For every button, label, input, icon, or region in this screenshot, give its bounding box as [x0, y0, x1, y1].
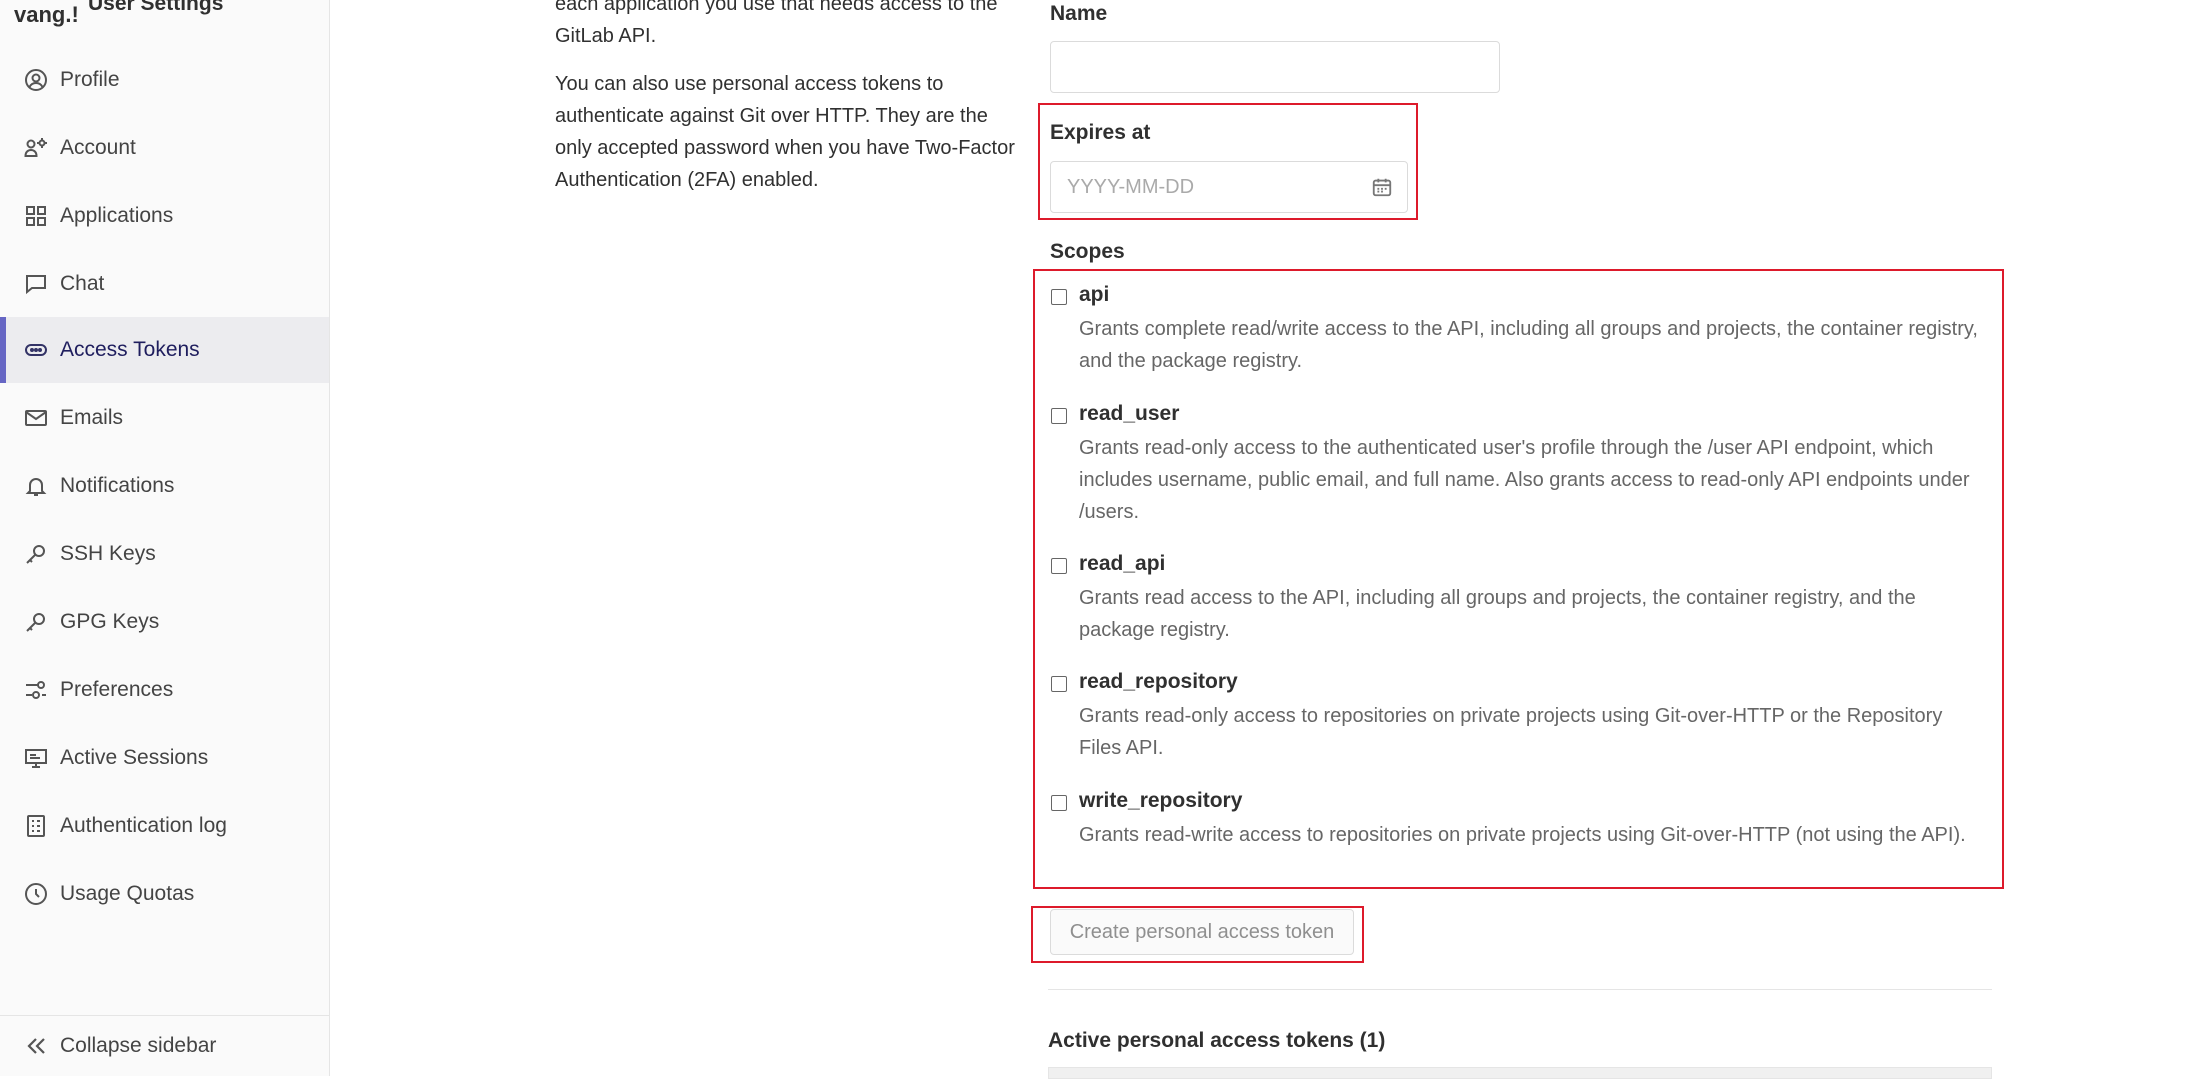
scope-checkbox[interactable] — [1051, 795, 1067, 811]
scope-checkbox[interactable] — [1051, 676, 1067, 692]
description-paragraph: You can also use personal access tokens … — [555, 73, 1015, 191]
token-icon — [24, 338, 48, 362]
sidebar-item-profile[interactable]: Profile — [0, 47, 329, 113]
sidebar-item-label: Active Sessions — [60, 746, 209, 769]
sidebar-item-label: Profile — [60, 68, 120, 91]
sidebar-item-authentication-log[interactable]: Authentication log — [0, 793, 329, 859]
active-tokens-table — [1048, 1067, 1992, 1079]
sidebar-item-preferences[interactable]: Preferences — [0, 657, 329, 723]
sidebar-item-notifications[interactable]: Notifications — [0, 453, 329, 519]
user-name-fragment: vang.! — [14, 2, 79, 27]
sidebar-item-label: Preferences — [60, 678, 174, 701]
sidebar-title: User Settings — [88, 0, 224, 15]
scope-help: Grants complete read/write access to the… — [1079, 318, 1978, 372]
applications-icon — [24, 204, 48, 228]
sidebar-item-label: GPG Keys — [60, 610, 160, 633]
scope-checkbox[interactable] — [1051, 408, 1067, 424]
preferences-icon — [24, 678, 48, 702]
sidebar-item-emails[interactable]: Emails — [0, 385, 329, 451]
calendar-icon — [1372, 178, 1392, 197]
scope-help: Grants read-only access to the authentic… — [1079, 437, 1970, 523]
name-label: Name — [1050, 2, 1108, 25]
expires-at-placeholder: YYYY-MM-DD — [1067, 175, 1195, 198]
sidebar-item-label: Access Tokens — [60, 338, 200, 361]
sidebar-item-active-sessions[interactable]: Active Sessions — [0, 725, 329, 791]
divider — [1048, 989, 1992, 990]
collapse-sidebar-button[interactable]: Collapse sidebar — [0, 1015, 329, 1076]
monitor-icon — [24, 746, 48, 770]
expires-at-input[interactable]: YYYY-MM-DD — [1050, 161, 1408, 213]
key-icon — [24, 610, 48, 634]
collapse-sidebar-label: Collapse sidebar — [60, 1034, 217, 1057]
sidebar-item-gpg-keys[interactable]: GPG Keys — [0, 589, 329, 655]
scope-checkbox[interactable] — [1051, 558, 1067, 574]
double-chevron-left-icon — [24, 1034, 48, 1058]
mail-icon — [24, 406, 48, 430]
sidebar-item-label: Chat — [60, 272, 105, 295]
description-paragraph: each application you use that needs acce… — [555, 0, 998, 47]
create-token-button[interactable]: Create personal access token — [1050, 909, 1354, 955]
scope-help: Grants read-only access to repositories … — [1079, 705, 1943, 759]
scope-name: write_repository — [1079, 789, 1243, 812]
scope-name: read_user — [1079, 402, 1180, 425]
sidebar-item-access-tokens[interactable]: Access Tokens — [0, 317, 329, 383]
quota-icon — [24, 882, 48, 906]
key-icon — [24, 542, 48, 566]
sidebar-item-usage-quotas[interactable]: Usage Quotas — [0, 861, 329, 927]
scopes-label: Scopes — [1050, 240, 1125, 263]
sidebar-item-label: Applications — [60, 204, 174, 227]
sidebar-item-label: Usage Quotas — [60, 882, 195, 905]
sidebar-item-applications[interactable]: Applications — [0, 183, 329, 249]
sidebar-item-label: Notifications — [60, 474, 175, 497]
account-icon — [24, 136, 48, 160]
token-name-input[interactable] — [1050, 41, 1500, 93]
scope-checkbox[interactable] — [1051, 289, 1067, 305]
sidebar: vang.! User Settings Profile Account App… — [0, 0, 330, 1076]
chat-icon — [24, 272, 48, 296]
sidebar-item-ssh-keys[interactable]: SSH Keys — [0, 521, 329, 587]
expires-at-label: Expires at — [1050, 121, 1151, 144]
scope-name: read_repository — [1079, 670, 1238, 693]
scope-name: read_api — [1079, 552, 1166, 575]
token-description: each application you use that needs acce… — [555, 0, 1015, 212]
active-tokens-title: Active personal access tokens (1) — [1048, 1029, 1386, 1052]
scope-name: api — [1079, 283, 1110, 306]
log-icon — [24, 814, 48, 838]
sidebar-item-label: Account — [60, 136, 136, 159]
sidebar-item-account[interactable]: Account — [0, 115, 329, 181]
sidebar-item-chat[interactable]: Chat — [0, 251, 329, 317]
sidebar-item-label: SSH Keys — [60, 542, 156, 565]
sidebar-item-label: Authentication log — [60, 814, 227, 837]
sidebar-item-label: Emails — [60, 406, 124, 429]
profile-icon — [24, 68, 48, 92]
scope-help: Grants read-write access to repositories… — [1079, 824, 1966, 846]
bell-icon — [24, 474, 48, 498]
scope-help: Grants read access to the API, including… — [1079, 587, 1916, 641]
